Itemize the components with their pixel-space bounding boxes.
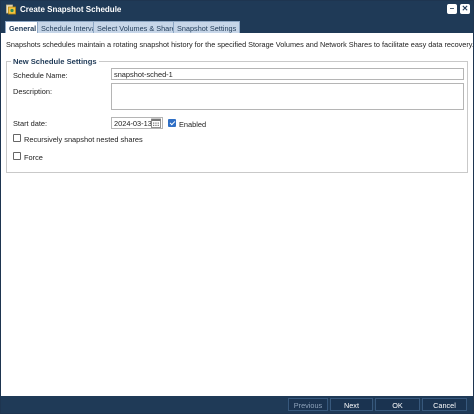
description-label: Description: xyxy=(13,87,53,96)
ok-button[interactable]: OK xyxy=(375,398,420,411)
dialog-footer: Previous Next OK Cancel xyxy=(1,396,473,413)
enabled-checkbox[interactable] xyxy=(168,119,176,127)
cancel-button[interactable]: Cancel xyxy=(422,398,467,411)
calendar-icon[interactable] xyxy=(151,118,161,128)
tab-bar: General Schedule Interval Select Volumes… xyxy=(1,18,473,34)
minimize-button[interactable]: – xyxy=(447,4,457,14)
force-checkbox[interactable] xyxy=(13,152,21,160)
schedule-name-input[interactable]: snapshot-sched-1 xyxy=(111,68,464,80)
title-bar[interactable]: Create Snapshot Schedule – ✕ xyxy=(1,1,473,18)
snapshot-schedule-icon xyxy=(6,4,16,15)
tab-divider xyxy=(1,33,473,35)
recursive-snapshot-checkbox[interactable] xyxy=(13,134,21,142)
description-text: Snapshots schedules maintain a rotating … xyxy=(6,40,474,49)
create-snapshot-schedule-dialog: Create Snapshot Schedule – ✕ General Sch… xyxy=(0,0,474,414)
window-title: Create Snapshot Schedule xyxy=(20,5,122,14)
description-textarea[interactable] xyxy=(111,83,464,110)
group-legend: New Schedule Settings xyxy=(11,57,99,66)
enabled-label: Enabled xyxy=(179,120,207,129)
start-date-label: Start date: xyxy=(13,119,48,128)
close-icon: ✕ xyxy=(461,4,469,13)
force-label: Force xyxy=(24,153,43,162)
close-button[interactable]: ✕ xyxy=(460,4,470,14)
minimize-icon: – xyxy=(449,4,455,13)
next-button[interactable]: Next xyxy=(330,398,373,411)
schedule-name-label: Schedule Name: xyxy=(13,71,68,80)
recursive-snapshot-label: Recursively snapshot nested shares xyxy=(24,135,143,144)
previous-button[interactable]: Previous xyxy=(288,398,328,411)
